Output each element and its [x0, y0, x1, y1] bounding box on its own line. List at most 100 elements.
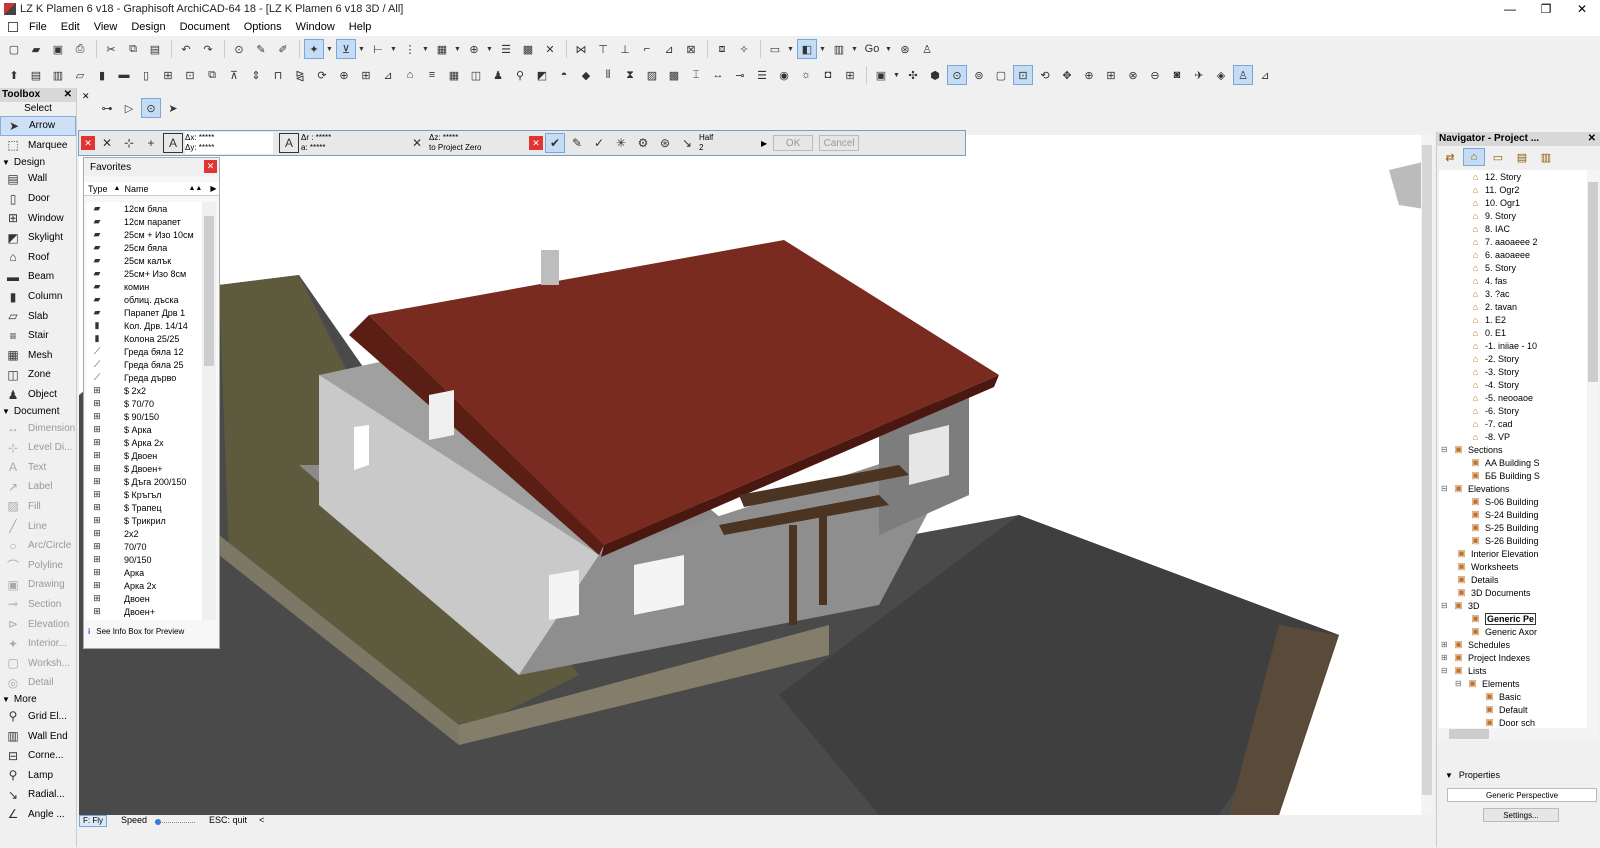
explode-icon[interactable]: ⊠ [681, 39, 701, 59]
navigator-vertical-scrollbar[interactable] [1587, 170, 1599, 728]
toolbox-item[interactable]: ⊳ Elevation [0, 614, 76, 634]
cancel-button[interactable]: Cancel [819, 135, 860, 151]
drag-icon[interactable]: ⊕ [334, 65, 354, 85]
toolbox-group-document[interactable]: ▼ Document [0, 404, 76, 418]
lock-a-icon[interactable]: A [279, 133, 299, 153]
section-icon[interactable]: ⊸ [730, 65, 750, 85]
tree-item[interactable]: ▣ 3D Documents [1439, 586, 1587, 599]
intersect-icon[interactable]: ⊥ [615, 39, 635, 59]
plus-icon[interactable]: + [141, 133, 161, 153]
toolbox-item[interactable]: ▱ Slab [0, 306, 76, 326]
favorites-scrollbar[interactable] [202, 202, 216, 620]
pick-up-icon[interactable]: ✎ [251, 39, 271, 59]
tree-item[interactable]: ⊟ ▣ 3D [1439, 599, 1587, 612]
sort-up-icon[interactable]: ▲ [114, 185, 121, 192]
relative-icon[interactable]: ⊹ [119, 133, 139, 153]
toolbox-item[interactable]: ↔ Dimension [0, 418, 76, 438]
toolbox-item[interactable]: ⌒ Polyline [0, 555, 76, 575]
toolbox-item[interactable]: ▢ Worksh... [0, 653, 76, 673]
toolbox-item[interactable]: ⊟ Corne... [0, 746, 76, 766]
view-name-field[interactable]: Generic Perspective [1447, 788, 1597, 802]
menu-window[interactable]: Window [289, 21, 342, 33]
properties-toggle[interactable]: ▼ Properties [1437, 768, 1600, 782]
door-icon[interactable]: ▯ [136, 65, 156, 85]
copy-icon[interactable]: ⧉ [123, 39, 143, 59]
list-item[interactable]: ⊞ 90/150 [86, 553, 202, 566]
list-item[interactable]: ⟋ Греда дърво [86, 371, 202, 384]
tree-item[interactable]: ⌂ -5. neooaoe [1439, 391, 1587, 404]
chevron-down-icon[interactable]: ▼ [851, 46, 859, 53]
toolbox-item[interactable]: ↘ Radial... [0, 785, 76, 805]
list-item[interactable]: ⊞ Арка 2x [86, 579, 202, 592]
close-icon[interactable]: ✕ [204, 160, 217, 173]
fire-icon[interactable]: ✧ [734, 39, 754, 59]
tree-item[interactable]: ▣ Generic Pe [1439, 612, 1587, 625]
list-item[interactable]: ⟋ Греда бяла 25 [86, 358, 202, 371]
toolbox-item[interactable]: ◩ Skylight [0, 228, 76, 248]
toolbox-item[interactable]: ⬚ Marquee [0, 136, 76, 156]
tree-item[interactable]: ⊞ ▣ Project Indexes [1439, 651, 1587, 664]
list-item[interactable]: ⊞ $ Трапец [86, 501, 202, 514]
dz-field[interactable]: Δz: ***** to Project Zero [429, 132, 521, 154]
publisher-icon[interactable]: ▥ [1535, 148, 1557, 166]
3d-window-icon[interactable]: ◧ [797, 39, 817, 59]
align-icon[interactable]: ⊼ [224, 65, 244, 85]
toolbox-item[interactable]: ➤ Arrow [0, 116, 76, 136]
tree-item[interactable]: ⌂ -3. Story [1439, 365, 1587, 378]
list-item[interactable]: ⊞ Дъга 200/150 [86, 618, 202, 620]
list-item[interactable]: ⊞ $ Трикрил [86, 514, 202, 527]
project-map-icon[interactable]: ⌂ [1463, 148, 1485, 166]
tree-item[interactable]: ⌂ -1. iniiae - 10 [1439, 339, 1587, 352]
skylight-icon[interactable]: ◩ [532, 65, 552, 85]
elevation-z-icon[interactable]: ✕ [407, 133, 427, 153]
label-icon[interactable]: ⌶ [686, 65, 706, 85]
sun-icon[interactable]: ☼ [796, 65, 816, 85]
toolbox-item[interactable]: ♟ Object [0, 385, 76, 405]
perspective-icon[interactable]: ▷ [119, 98, 139, 118]
check-snap-icon[interactable]: ✔ [545, 133, 565, 153]
walk-mode-icon[interactable]: ♙ [1233, 65, 1253, 85]
new-icon[interactable]: ▢ [4, 39, 24, 59]
list-item[interactable]: ▮ Колона 25/25 [86, 332, 202, 345]
go-icon[interactable]: Go [861, 39, 883, 59]
arrow-right-icon[interactable]: ▶ [210, 184, 216, 193]
column-name[interactable]: Name [124, 184, 148, 194]
close-icon[interactable]: ✕ [64, 88, 72, 102]
tree-item[interactable]: ⌂ 0. E1 [1439, 326, 1587, 339]
toolbox-item[interactable]: ╱ Line [0, 516, 76, 536]
shell-icon[interactable]: ◓ [554, 65, 574, 85]
layout-icon[interactable]: ⧈ [712, 39, 732, 59]
tree-item[interactable]: ⌂ 2. tavan [1439, 300, 1587, 313]
adjust-icon[interactable]: ⊤ [593, 39, 613, 59]
railing-icon[interactable]: ⫴ [598, 65, 618, 85]
spark-icon[interactable]: ✳ [611, 133, 631, 153]
pencil-icon[interactable]: ✎ [567, 133, 587, 153]
list-item[interactable]: ⊞ $ Арка 2x [86, 436, 202, 449]
chevron-down-icon[interactable]: ▼ [390, 46, 398, 53]
tree-item[interactable]: ⌂ 12. Story [1439, 170, 1587, 183]
move-icon[interactable]: ⇕ [246, 65, 266, 85]
tree-item[interactable]: ⌂ -4. Story [1439, 378, 1587, 391]
close-icon[interactable]: ✕ [1588, 132, 1596, 146]
menu-file[interactable]: File [22, 21, 54, 33]
view-map-icon[interactable]: ▭ [1487, 148, 1509, 166]
trace-icon[interactable]: ▩ [518, 39, 538, 59]
slab-icon[interactable]: ▱ [70, 65, 90, 85]
offset-icon[interactable]: ⊿ [659, 39, 679, 59]
toolbox-item[interactable]: ◫ Zone [0, 365, 76, 385]
tree-item[interactable]: ⌂ 11. Ogr2 [1439, 183, 1587, 196]
chevron-down-icon[interactable]: ▼ [422, 46, 430, 53]
3d-viewport[interactable] [79, 135, 1431, 815]
chevron-down-icon[interactable]: ▼ [358, 46, 366, 53]
toolbox-group-more[interactable]: ▼ More [0, 693, 76, 707]
list-item[interactable]: ▰ комин [86, 280, 202, 293]
texture-icon[interactable]: ⊞ [840, 65, 860, 85]
tree-item[interactable]: ▣ S-24 Building [1439, 508, 1587, 521]
tree-item[interactable]: ⊟ ▣ Elevations [1439, 482, 1587, 495]
cut-icon[interactable]: ✂ [101, 39, 121, 59]
lock-icon[interactable]: ⊡ [180, 65, 200, 85]
split-icon[interactable]: ⋈ [571, 39, 591, 59]
pan-icon[interactable]: ✥ [1057, 65, 1077, 85]
magnifier-icon[interactable]: ⊛ [655, 133, 675, 153]
fillet-icon[interactable]: ⌐ [637, 39, 657, 59]
